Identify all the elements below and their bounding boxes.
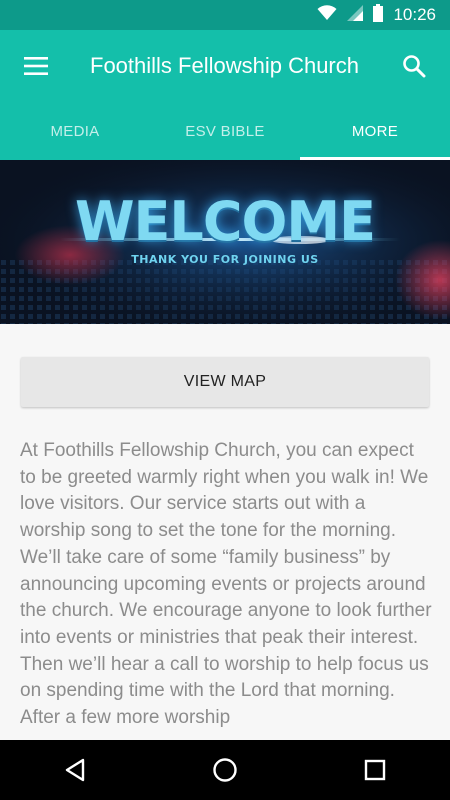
app-toolbar: Foothills Fellowship Church — [0, 30, 450, 102]
main-content: VIEW MAP At Foothills Fellowship Church,… — [0, 324, 450, 740]
app-title: Foothills Fellowship Church — [90, 53, 358, 78]
banner-welcome-text: WELCOME — [74, 190, 376, 253]
recents-icon[interactable] — [345, 740, 405, 800]
tab-bar: MEDIA ESV BIBLE MORE — [0, 102, 450, 160]
home-icon[interactable] — [195, 740, 255, 800]
search-icon[interactable] — [392, 44, 436, 88]
tab-media[interactable]: MEDIA — [0, 102, 150, 160]
system-nav-bar — [0, 740, 450, 800]
church-description: At Foothills Fellowship Church, you can … — [20, 440, 432, 729]
status-time: 10:26 — [393, 5, 436, 24]
view-map-button[interactable]: VIEW MAP — [21, 357, 429, 407]
cellular-signal-icon — [347, 4, 364, 26]
back-icon[interactable] — [45, 740, 105, 800]
welcome-banner-image: WELCOME THANK YOU FOR JOINING US — [0, 160, 450, 324]
status-icons: 10:26 — [317, 0, 436, 30]
hamburger-menu-icon[interactable] — [14, 44, 58, 88]
wifi-icon — [317, 4, 337, 26]
banner-subtitle: THANK YOU FOR JOINING US — [131, 253, 319, 266]
battery-icon — [373, 3, 384, 27]
status-bar: 10:26 — [0, 0, 450, 30]
tab-esv-bible[interactable]: ESV BIBLE — [150, 102, 300, 160]
tab-more[interactable]: MORE — [300, 102, 450, 160]
